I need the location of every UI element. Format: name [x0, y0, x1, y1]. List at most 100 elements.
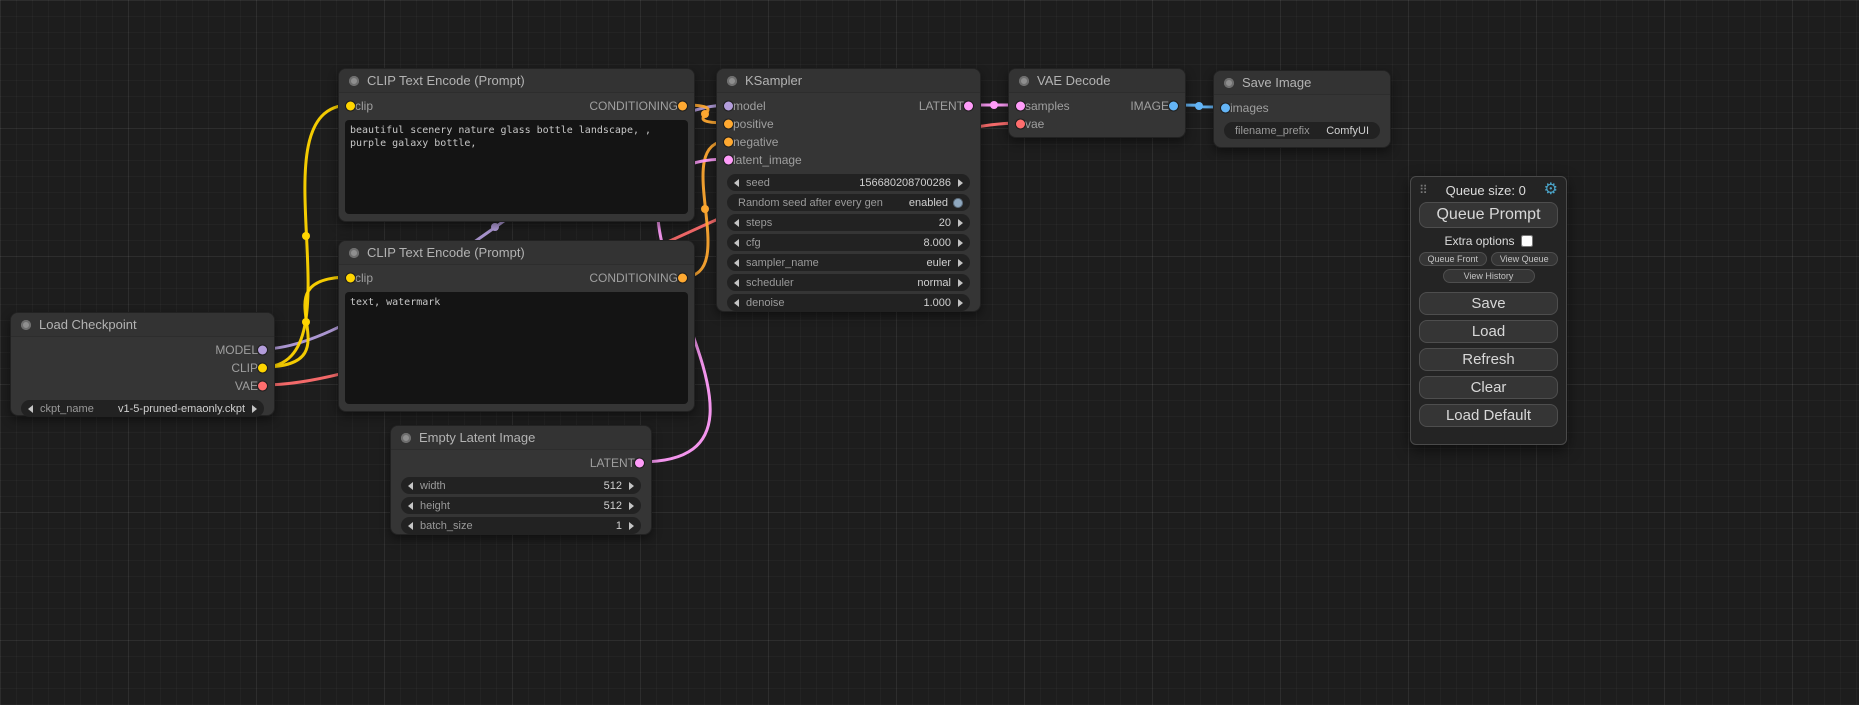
input-port-negative[interactable] [724, 138, 733, 147]
widget-filename-prefix[interactable]: filename_prefix ComfyUI [1224, 122, 1380, 139]
widget-label: denoise [746, 297, 785, 309]
output-port-conditioning[interactable] [678, 102, 687, 111]
widget-sampler-name[interactable]: sampler_name euler [727, 254, 970, 271]
node-title-bar[interactable]: Empty Latent Image [391, 426, 651, 450]
extra-options-checkbox[interactable] [1521, 235, 1533, 247]
node-clip-text-encode-negative[interactable]: CLIP Text Encode (Prompt) clip CONDITION… [338, 240, 695, 412]
decrement-arrow-icon[interactable] [408, 522, 413, 530]
widget-steps[interactable]: steps 20 [727, 214, 970, 231]
output-port-model[interactable] [258, 346, 267, 355]
input-port-vae[interactable] [1016, 120, 1025, 129]
negative-prompt-textarea[interactable]: text, watermark [345, 292, 688, 404]
input-port-clip[interactable] [346, 102, 355, 111]
increment-arrow-icon[interactable] [958, 239, 963, 247]
output-label-conditioning: CONDITIONING [589, 99, 678, 113]
refresh-button[interactable]: Refresh [1419, 348, 1558, 371]
increment-arrow-icon[interactable] [958, 219, 963, 227]
increment-arrow-icon[interactable] [629, 522, 634, 530]
input-port-samples[interactable] [1016, 102, 1025, 111]
output-port-conditioning[interactable] [678, 274, 687, 283]
widget-height[interactable]: height 512 [401, 497, 641, 514]
output-label-conditioning: CONDITIONING [589, 271, 678, 285]
wire-dot-image [1195, 102, 1203, 110]
save-button[interactable]: Save [1419, 292, 1558, 315]
node-status-dot [727, 76, 737, 86]
input-label-model: model [733, 99, 766, 113]
widget-label: seed [746, 177, 770, 189]
widget-batch-size[interactable]: batch_size 1 [401, 517, 641, 534]
node-save-image[interactable]: Save Image images filename_prefix ComfyU… [1213, 70, 1391, 148]
input-port-model[interactable] [724, 102, 733, 111]
node-title: Load Checkpoint [39, 317, 137, 332]
node-status-dot [1224, 78, 1234, 88]
slot-row: vae [1009, 115, 1185, 133]
output-label-latent: LATENT [590, 456, 635, 470]
node-title-bar[interactable]: CLIP Text Encode (Prompt) [339, 241, 694, 265]
node-load-checkpoint[interactable]: Load Checkpoint MODEL CLIP VAE ckpt_name… [10, 312, 275, 416]
queue-prompt-button[interactable]: Queue Prompt [1419, 202, 1558, 228]
queue-front-button[interactable]: Queue Front [1419, 252, 1487, 266]
settings-gear-icon[interactable]: ⚙ [1544, 182, 1558, 198]
wire-dot-conditioning-positive [701, 110, 709, 118]
widget-value: normal [917, 277, 951, 289]
decrement-arrow-icon[interactable] [734, 239, 739, 247]
load-default-button[interactable]: Load Default [1419, 404, 1558, 427]
output-port-vae[interactable] [258, 382, 267, 391]
decrement-arrow-icon[interactable] [408, 502, 413, 510]
decrement-arrow-icon[interactable] [734, 279, 739, 287]
widget-random-seed-toggle[interactable]: Random seed after every gen enabled [727, 194, 970, 211]
input-port-images[interactable] [1221, 104, 1230, 113]
wire-dot-latent-output [990, 101, 998, 109]
clear-button[interactable]: Clear [1419, 376, 1558, 399]
input-port-positive[interactable] [724, 120, 733, 129]
queue-menu-panel[interactable]: ⠿ Queue size: 0 ⚙ Queue Prompt Extra opt… [1410, 176, 1567, 445]
drag-handle-icon[interactable]: ⠿ [1419, 183, 1428, 197]
widget-value: 512 [604, 480, 622, 492]
node-clip-text-encode-positive[interactable]: CLIP Text Encode (Prompt) clip CONDITION… [338, 68, 695, 222]
increment-arrow-icon[interactable] [958, 299, 963, 307]
widget-cfg[interactable]: cfg 8.000 [727, 234, 970, 251]
widget-scheduler[interactable]: scheduler normal [727, 274, 970, 291]
decrement-arrow-icon[interactable] [734, 219, 739, 227]
increment-arrow-icon[interactable] [958, 279, 963, 287]
toggle-knob-icon[interactable] [953, 198, 963, 208]
output-port-image[interactable] [1169, 102, 1178, 111]
node-title-bar[interactable]: Load Checkpoint [11, 313, 274, 337]
slot-row: clip CONDITIONING [339, 97, 694, 115]
load-button[interactable]: Load [1419, 320, 1558, 343]
widget-ckpt-name[interactable]: ckpt_name v1-5-pruned-emaonly.ckpt [21, 400, 264, 417]
decrement-arrow-icon[interactable] [28, 405, 33, 413]
node-title-bar[interactable]: KSampler [717, 69, 980, 93]
node-title-bar[interactable]: CLIP Text Encode (Prompt) [339, 69, 694, 93]
node-vae-decode[interactable]: VAE Decode samples IMAGE vae [1008, 68, 1186, 138]
wire-dot-conditioning-negative [701, 205, 709, 213]
decrement-arrow-icon[interactable] [734, 179, 739, 187]
widget-width[interactable]: width 512 [401, 477, 641, 494]
input-port-clip[interactable] [346, 274, 355, 283]
node-title-bar[interactable]: VAE Decode [1009, 69, 1185, 93]
positive-prompt-textarea[interactable]: beautiful scenery nature glass bottle la… [345, 120, 688, 214]
node-title-bar[interactable]: Save Image [1214, 71, 1390, 95]
output-port-latent[interactable] [964, 102, 973, 111]
increment-arrow-icon[interactable] [958, 259, 963, 267]
widget-seed[interactable]: seed 156680208700286 [727, 174, 970, 191]
increment-arrow-icon[interactable] [629, 502, 634, 510]
node-ksampler[interactable]: KSampler model LATENT positive negative … [716, 68, 981, 312]
view-history-button[interactable]: View History [1443, 269, 1535, 283]
increment-arrow-icon[interactable] [629, 482, 634, 490]
increment-arrow-icon[interactable] [252, 405, 257, 413]
view-queue-button[interactable]: View Queue [1491, 252, 1559, 266]
widget-label: sampler_name [746, 257, 819, 269]
input-label-positive: positive [733, 117, 774, 131]
output-port-latent[interactable] [635, 459, 644, 468]
extra-options-label: Extra options [1444, 234, 1514, 248]
decrement-arrow-icon[interactable] [734, 259, 739, 267]
node-empty-latent-image[interactable]: Empty Latent Image LATENT width 512 heig… [390, 425, 652, 535]
output-port-clip[interactable] [258, 364, 267, 373]
decrement-arrow-icon[interactable] [734, 299, 739, 307]
input-label-latent-image: latent_image [733, 153, 802, 167]
increment-arrow-icon[interactable] [958, 179, 963, 187]
widget-denoise[interactable]: denoise 1.000 [727, 294, 970, 311]
decrement-arrow-icon[interactable] [408, 482, 413, 490]
input-port-latent-image[interactable] [724, 156, 733, 165]
